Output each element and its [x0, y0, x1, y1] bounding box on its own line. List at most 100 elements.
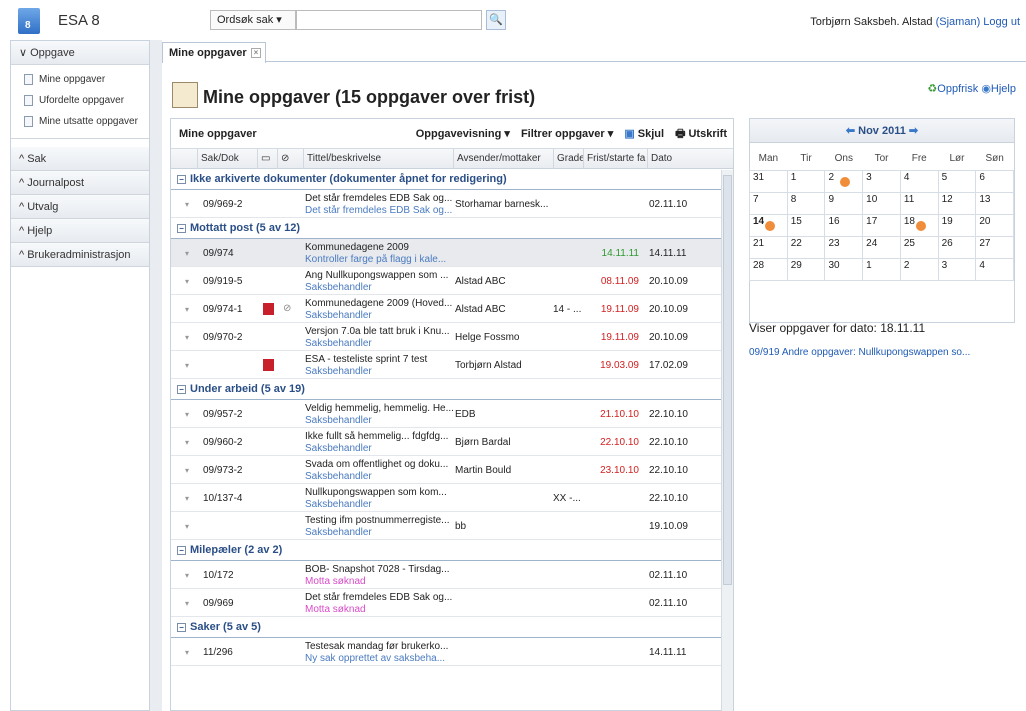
- chevron-down-icon[interactable]: ▾: [185, 410, 189, 419]
- hide-button[interactable]: Skjul: [638, 128, 664, 140]
- collapse-icon[interactable]: −: [177, 623, 186, 632]
- column-sender[interactable]: Avsender/mottaker: [453, 149, 553, 169]
- column-date[interactable]: Dato: [647, 149, 723, 169]
- calendar-day[interactable]: 1: [862, 258, 901, 281]
- table-row[interactable]: ▾ 11/296 Testesak mandag før brukerko...…: [171, 638, 733, 666]
- chevron-down-icon[interactable]: ▾: [185, 466, 189, 475]
- calendar-day[interactable]: 28: [749, 258, 788, 281]
- calendar-day[interactable]: 22: [786, 236, 826, 259]
- calendar-day[interactable]: 6: [975, 170, 1015, 193]
- collapse-icon[interactable]: −: [177, 385, 186, 394]
- table-row[interactable]: ▾ 09/970-2 Versjon 7.0a ble tatt bruk i …: [171, 323, 733, 351]
- chevron-down-icon[interactable]: ▾: [185, 522, 189, 531]
- chevron-down-icon[interactable]: ▾: [185, 249, 189, 258]
- nav-group-hjelp[interactable]: ^ Hjelp: [11, 219, 149, 243]
- calendar-day[interactable]: 13: [975, 192, 1015, 215]
- search-input[interactable]: [296, 10, 482, 30]
- search-icon[interactable]: 🔍: [486, 10, 506, 30]
- column-deadline[interactable]: Frist/starte fa: [583, 149, 647, 169]
- help-link[interactable]: Hjelp: [991, 83, 1016, 95]
- close-icon[interactable]: ×: [251, 48, 261, 58]
- calendar-day[interactable]: 23: [824, 236, 864, 259]
- filter-dropdown[interactable]: Filtrer oppgaver ▾: [521, 128, 613, 140]
- group-header[interactable]: − Ikke arkiverte dokumenter (dokumenter å…: [171, 169, 733, 190]
- calendar-day[interactable]: 3: [937, 258, 977, 281]
- table-row[interactable]: ▾ 09/919-5 Ang Nullkupongswappen som ...…: [171, 267, 733, 295]
- nav-group-brukeradministrasjon[interactable]: ^ Brukeradministrasjon: [11, 243, 149, 267]
- column-title[interactable]: Tittel/beskrivelse: [303, 149, 453, 169]
- table-row[interactable]: ▾ 09/974 Kommunedagene 2009 Kontroller f…: [171, 239, 733, 267]
- nav-group-sak[interactable]: ^ Sak: [11, 147, 149, 171]
- attachment-icon[interactable]: ⊘: [277, 149, 303, 169]
- calendar-task-link[interactable]: 09/919 Andre oppgaver: Nullkupongswappen…: [749, 347, 1017, 358]
- group-header[interactable]: − Saker (5 av 5): [171, 617, 733, 638]
- calendar-day[interactable]: 20: [975, 214, 1015, 237]
- calendar-day[interactable]: 29: [786, 258, 826, 281]
- prev-month-icon[interactable]: ⬅: [846, 125, 855, 137]
- calendar-day[interactable]: 26: [937, 236, 977, 259]
- table-row[interactable]: ▾ 09/960-2 Ikke fullt så hemmelig... fdg…: [171, 428, 733, 456]
- chevron-down-icon[interactable]: ▾: [185, 277, 189, 286]
- calendar-day[interactable]: 18: [899, 214, 939, 237]
- list-scrollbar[interactable]: [721, 170, 733, 711]
- nav-item-ufordelte-oppgaver[interactable]: Ufordelte oppgaver: [11, 90, 149, 111]
- chevron-down-icon[interactable]: ▾: [185, 571, 189, 580]
- calendar-day[interactable]: 10: [862, 192, 901, 215]
- group-header[interactable]: − Mottatt post (5 av 12): [171, 218, 733, 239]
- calendar-day[interactable]: 25: [899, 236, 939, 259]
- document-icon[interactable]: ▭: [257, 149, 277, 169]
- column-sak-dok[interactable]: Sak/Dok: [197, 149, 257, 169]
- table-row[interactable]: ▾ 10/137-4 Nullkupongswappen som kom... …: [171, 484, 733, 512]
- search-type-dropdown[interactable]: Ordsøk sak ▾: [210, 10, 296, 30]
- table-row[interactable]: ▾ 09/974-1 ⊘ Kommunedagene 2009 (Hoved..…: [171, 295, 733, 323]
- column-grade[interactable]: Grade: [553, 149, 583, 169]
- table-row[interactable]: ▾ 09/957-2 Veldig hemmelig, hemmelig. He…: [171, 400, 733, 428]
- table-row[interactable]: ▾ 09/973-2 Svada om offentlighet og doku…: [171, 456, 733, 484]
- calendar-day[interactable]: 16: [824, 214, 864, 237]
- table-row[interactable]: ▾ 10/172 BOB- Snapshot 7028 - Tirsdag...…: [171, 561, 733, 589]
- group-header[interactable]: − Milepæler (2 av 2): [171, 540, 733, 561]
- calendar-day[interactable]: 7: [749, 192, 788, 215]
- calendar-day[interactable]: 24: [862, 236, 901, 259]
- collapse-icon[interactable]: −: [177, 546, 186, 555]
- nav-item-mine-utsatte-oppgaver[interactable]: Mine utsatte oppgaver: [11, 111, 149, 132]
- chevron-down-icon[interactable]: ▾: [185, 438, 189, 447]
- next-month-icon[interactable]: ➡: [909, 125, 918, 137]
- attachment-icon[interactable]: ⊘: [283, 303, 291, 314]
- calendar-day[interactable]: 30: [824, 258, 864, 281]
- table-row[interactable]: ▾ ESA - testeliste sprint 7 test Saksbeh…: [171, 351, 733, 379]
- group-header[interactable]: − Under arbeid (5 av 19): [171, 379, 733, 400]
- nav-group-utvalg[interactable]: ^ Utvalg: [11, 195, 149, 219]
- chevron-down-icon[interactable]: ▾: [185, 333, 189, 342]
- print-button[interactable]: Utskrift: [688, 128, 727, 140]
- calendar-day[interactable]: 9: [824, 192, 864, 215]
- chevron-down-icon[interactable]: ▾: [185, 305, 189, 314]
- chevron-down-icon[interactable]: ▾: [185, 599, 189, 608]
- scroll-thumb[interactable]: [723, 175, 732, 585]
- calendar-day[interactable]: 15: [786, 214, 826, 237]
- calendar-day[interactable]: 2: [824, 170, 864, 193]
- table-row[interactable]: ▾ 09/969-2 Det står fremdeles EDB Sak og…: [171, 190, 733, 218]
- calendar-day[interactable]: 19: [937, 214, 977, 237]
- calendar-day[interactable]: 8: [786, 192, 826, 215]
- tab-mine-oppgaver[interactable]: Mine oppgaver ×: [162, 42, 266, 63]
- chevron-down-icon[interactable]: ▾: [185, 361, 189, 370]
- calendar-day[interactable]: 27: [975, 236, 1015, 259]
- calendar-day[interactable]: 4: [975, 258, 1015, 281]
- table-row[interactable]: ▾ Testing ifm postnummerregiste... Saksb…: [171, 512, 733, 540]
- calendar-day[interactable]: 31: [749, 170, 788, 193]
- chevron-down-icon[interactable]: ▾: [185, 648, 189, 657]
- nav-group-journalpost[interactable]: ^ Journalpost: [11, 171, 149, 195]
- calendar-day[interactable]: 11: [899, 192, 939, 215]
- calendar-day[interactable]: 17: [862, 214, 901, 237]
- chevron-down-icon[interactable]: ▾: [185, 200, 189, 209]
- calendar-day[interactable]: 2: [899, 258, 939, 281]
- refresh-link[interactable]: Oppfrisk: [937, 83, 978, 95]
- user-role-link[interactable]: (Sjaman): [936, 16, 981, 28]
- calendar-day[interactable]: 21: [749, 236, 788, 259]
- logout-link[interactable]: Logg ut: [983, 16, 1020, 28]
- pdf-icon[interactable]: [263, 359, 274, 371]
- calendar-day[interactable]: 1: [786, 170, 826, 193]
- calendar-day[interactable]: 5: [937, 170, 977, 193]
- nav-item-mine-oppgaver[interactable]: Mine oppgaver: [11, 69, 149, 90]
